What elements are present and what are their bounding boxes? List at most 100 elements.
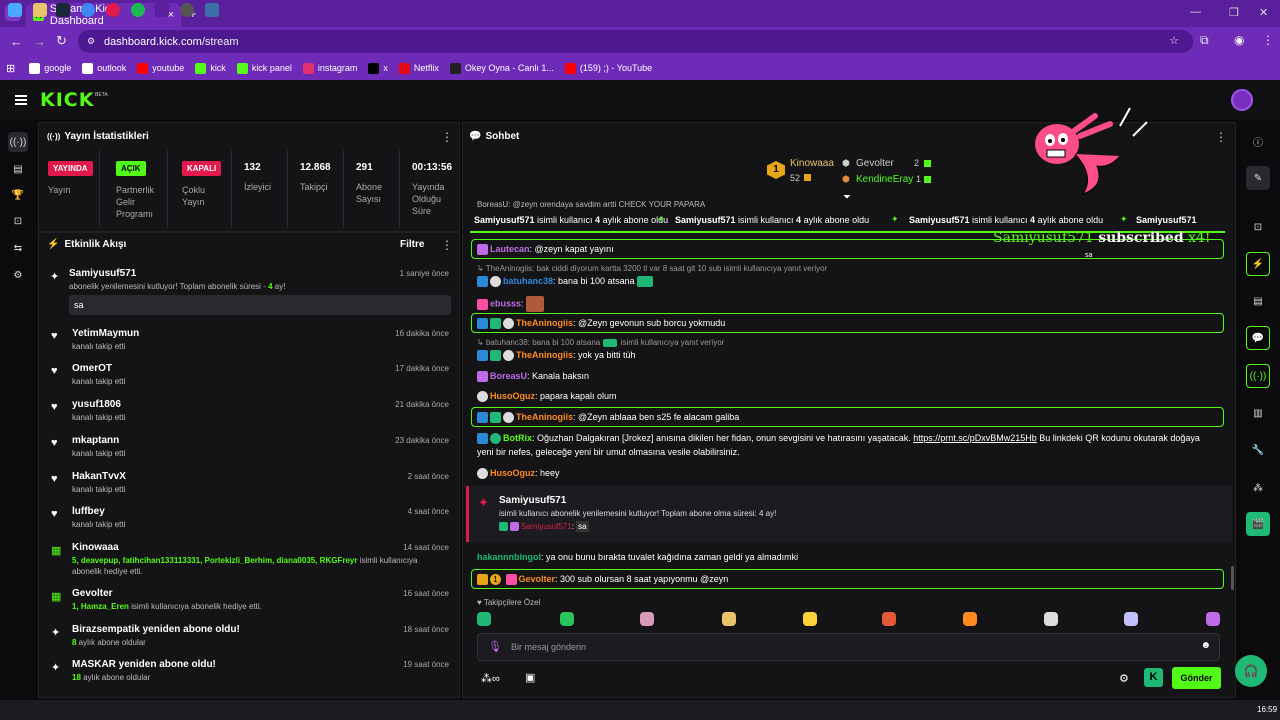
chat-username[interactable]: ebusss xyxy=(490,298,521,308)
menu-icon[interactable] xyxy=(15,95,27,105)
feed-user[interactable]: yusuf1806 xyxy=(72,399,121,410)
emoji-icon[interactable]: ☻ xyxy=(1200,640,1211,651)
emote-icon[interactable] xyxy=(882,612,896,626)
forward-icon[interactable]: → xyxy=(33,34,46,49)
moderation-icon[interactable]: ⊡ xyxy=(8,211,28,231)
chat-settings-icon[interactable]: ⚙ xyxy=(1119,672,1129,685)
windows-start-icon[interactable] xyxy=(8,3,22,17)
bookmark-star-icon[interactable]: ☆ xyxy=(1169,34,1179,47)
chat-username[interactable]: HusoOguz xyxy=(490,468,535,478)
stats-menu-icon[interactable]: ⋮ xyxy=(441,130,453,144)
leader-name[interactable]: Kinowaaa xyxy=(790,158,834,169)
bookmark-item[interactable]: instagram xyxy=(302,62,357,74)
chat-username[interactable]: batuhanc38 xyxy=(503,276,553,286)
collapse-chevron-icon[interactable]: ⏷ xyxy=(843,192,851,203)
feed-user[interactable]: HakanTvvX xyxy=(72,471,126,482)
feed-user[interactable]: OmerOT xyxy=(72,363,112,374)
chat-username[interactable]: Gevolter xyxy=(519,574,556,584)
chat-link[interactable]: https://prnt.sc/pDxvBMw215Hb xyxy=(913,433,1037,443)
sub-event-user[interactable]: Samiyusuf571 xyxy=(499,495,566,506)
kick-logo[interactable]: KICK xyxy=(40,89,94,111)
profile-icon[interactable]: ◉ xyxy=(1234,33,1244,47)
feed-user[interactable]: YetimMaymun xyxy=(72,328,139,339)
maximize-icon[interactable]: ❐ xyxy=(1229,6,1239,19)
settings-icon[interactable]: ⚙ xyxy=(8,265,28,285)
spotify-icon[interactable] xyxy=(131,3,145,17)
notes-icon[interactable]: ▤ xyxy=(1246,289,1270,313)
analytics-icon[interactable]: ▤ xyxy=(8,159,28,179)
feed-user[interactable]: Kinowaaa xyxy=(72,542,119,553)
chat-username[interactable]: HusoOguz xyxy=(490,391,535,401)
leader-name[interactable]: Gevolter xyxy=(856,158,894,169)
app-icon[interactable] xyxy=(106,3,120,17)
devices-icon[interactable]: ▥ xyxy=(1246,401,1270,425)
support-chat-button[interactable]: 🎧 xyxy=(1235,655,1267,687)
leader-name[interactable]: KendineEray xyxy=(856,174,913,185)
chrome-profile-icon[interactable] xyxy=(155,3,169,17)
steam-icon[interactable] xyxy=(56,3,70,17)
site-info-icon[interactable]: ⚙ xyxy=(87,36,95,47)
bookmark-item[interactable]: (159) ;) - YouTube xyxy=(564,62,652,74)
chat-username[interactable]: BoreasU xyxy=(490,371,527,381)
feed-user[interactable]: MASKAR yeniden abone oldu! xyxy=(72,659,216,670)
file-explorer-icon[interactable] xyxy=(33,3,47,17)
filter-button[interactable]: Filtre xyxy=(400,239,424,250)
mic-icon[interactable]: 🎙 xyxy=(488,640,502,653)
chat-scrollbar[interactable] xyxy=(1231,566,1234,590)
chat-input-box[interactable]: 🎙 Bir mesaj gönderin ☻ xyxy=(477,633,1220,661)
tools-icon[interactable]: 🔧 xyxy=(1246,438,1270,462)
emote-icon[interactable] xyxy=(560,612,574,626)
obs-icon[interactable] xyxy=(180,3,194,17)
bookmark-item[interactable]: youtube xyxy=(137,62,184,74)
reload-icon[interactable]: ↻ xyxy=(56,33,67,49)
emote-icon[interactable] xyxy=(477,612,491,626)
bookmark-item[interactable]: Netflix xyxy=(398,62,439,74)
community-icon[interactable]: ⇆ xyxy=(8,238,28,258)
bookmark-item[interactable]: kick xyxy=(195,62,226,74)
info-icon[interactable]: ⓘ xyxy=(1246,129,1270,153)
bolt-icon[interactable]: ⚡ xyxy=(1246,252,1270,276)
extensions-icon[interactable]: ⧉ xyxy=(1200,33,1209,48)
emote-icon[interactable] xyxy=(1206,612,1220,626)
share-icon[interactable]: ⁂ xyxy=(1246,476,1270,500)
clip-icon[interactable]: 🎬 xyxy=(1246,512,1270,536)
chat-username[interactable]: TheAninogiis xyxy=(516,318,573,328)
bookmark-item[interactable]: x xyxy=(368,62,388,74)
url-field[interactable]: ⚙ dashboard.kick.com/stream ☆ xyxy=(78,30,1193,53)
moderation-icon[interactable]: ⊡ xyxy=(1246,215,1270,239)
chat-username[interactable]: BotRix xyxy=(503,433,532,443)
emote-icon[interactable] xyxy=(722,612,736,626)
steam-icon[interactable] xyxy=(205,3,219,17)
chat-username[interactable]: TheAninogiis xyxy=(516,350,573,360)
chat-username[interactable]: TheAninogiis xyxy=(516,412,573,422)
chat-menu-icon[interactable]: ⋮ xyxy=(1215,130,1227,144)
kick-points-icon[interactable]: ⁂∞ xyxy=(481,672,500,685)
emote-icon[interactable] xyxy=(963,612,977,626)
broadcast-icon[interactable]: ((·)) xyxy=(1246,364,1270,388)
feed-user[interactable]: Samiyusuf571 xyxy=(69,268,136,279)
emote-icon[interactable] xyxy=(1044,612,1058,626)
emote-icon[interactable] xyxy=(803,612,817,626)
emote-icon[interactable] xyxy=(1124,612,1138,626)
feed-user[interactable]: Gevolter xyxy=(72,588,113,599)
kick-emote-button[interactable]: K xyxy=(1144,668,1163,687)
bookmark-item[interactable]: kick panel xyxy=(236,62,292,74)
feed-user[interactable]: luffbey xyxy=(72,506,105,517)
edit-icon[interactable]: ✎ xyxy=(1246,166,1270,190)
chat-username[interactable]: Lautecan xyxy=(490,244,530,254)
browser-menu-icon[interactable]: ⋮ xyxy=(1262,33,1274,47)
send-button[interactable]: Gönder xyxy=(1172,667,1221,689)
activity-menu-icon[interactable]: ⋮ xyxy=(441,238,453,252)
user-avatar[interactable] xyxy=(1231,89,1253,111)
store-icon[interactable]: ▣ xyxy=(525,671,535,684)
emote-icon[interactable] xyxy=(640,612,654,626)
bookmark-item[interactable]: Okey Oyna - Canlı 1... xyxy=(449,62,554,74)
feed-user[interactable]: Birazsempatik yeniden abone oldu! xyxy=(72,624,240,635)
chat-username[interactable]: hakannnbingol xyxy=(477,552,541,562)
minimize-icon[interactable]: — xyxy=(1190,6,1201,18)
chrome-icon[interactable] xyxy=(81,3,95,17)
apps-icon[interactable]: ⊞ xyxy=(6,62,15,75)
feed-user[interactable]: mkaptann xyxy=(72,435,119,446)
chat-icon[interactable]: 💬 xyxy=(1246,326,1270,350)
trophy-icon[interactable]: 🏆 xyxy=(8,185,28,205)
